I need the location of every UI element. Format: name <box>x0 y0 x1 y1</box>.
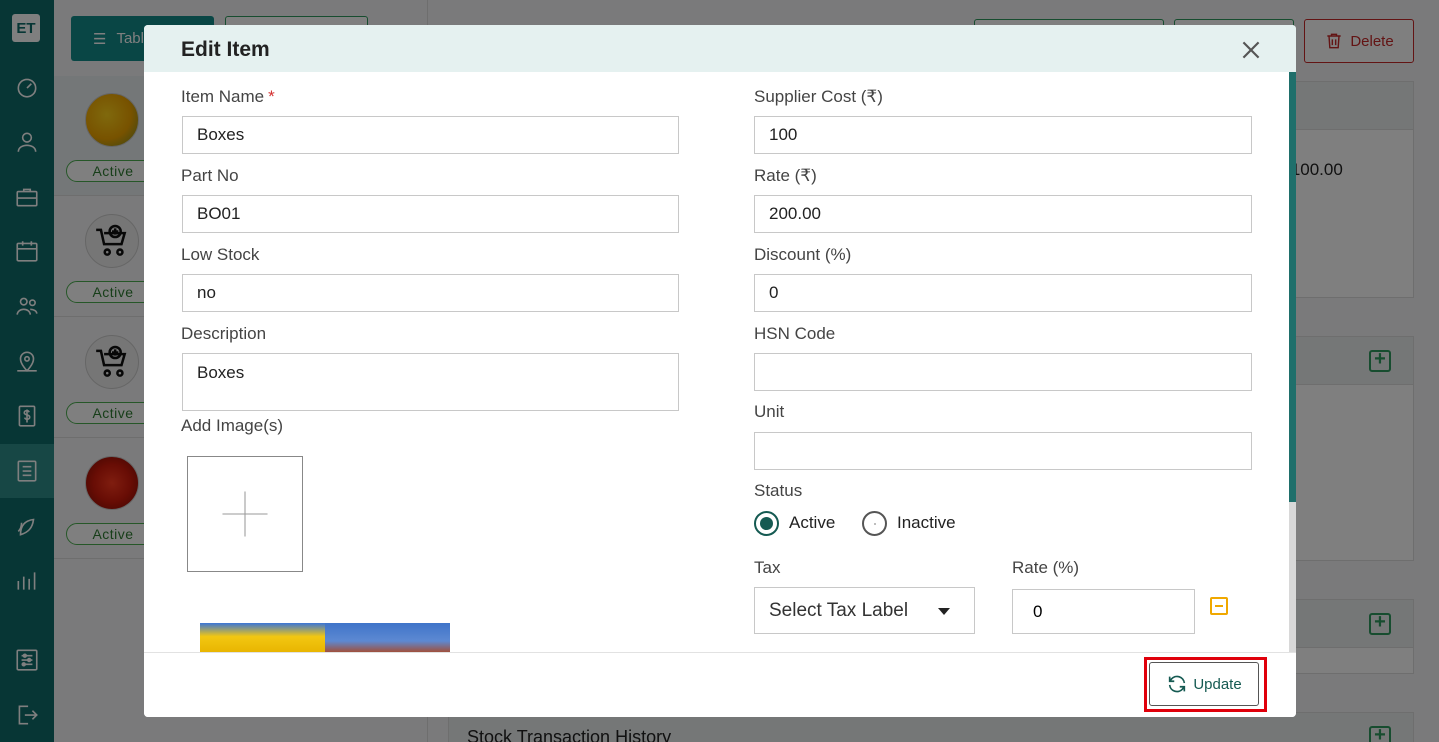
discount-input[interactable] <box>754 274 1252 312</box>
refresh-icon <box>1169 675 1186 693</box>
plus-icon <box>222 491 268 537</box>
image-preview[interactable] <box>325 623 450 653</box>
modal-footer <box>144 652 1296 717</box>
status-active-label[interactable]: Active <box>789 513 835 533</box>
item-name-input[interactable] <box>182 116 679 154</box>
required-asterisk: * <box>268 87 275 106</box>
supplier-cost-input[interactable] <box>754 116 1252 154</box>
unit-input[interactable] <box>754 432 1252 470</box>
tax-select-value: Select Tax Label <box>769 600 909 621</box>
rate-label: Rate (₹) <box>754 166 817 185</box>
image-preview[interactable] <box>200 623 325 653</box>
discount-label: Discount (%) <box>754 245 852 264</box>
close-icon <box>1242 41 1260 59</box>
part-no-label: Part No <box>181 166 239 185</box>
part-no-input[interactable] <box>182 195 679 233</box>
scrollbar-thumb[interactable] <box>1289 72 1296 502</box>
description-label: Description <box>181 324 267 343</box>
add-image-button[interactable] <box>187 456 303 572</box>
rate-input[interactable] <box>754 195 1252 233</box>
low-stock-input[interactable] <box>182 274 679 312</box>
close-button[interactable] <box>1238 37 1264 63</box>
caret-down-icon <box>938 608 950 615</box>
hsn-code-label: HSN Code <box>754 324 836 343</box>
add-images-label: Add Image(s) <box>181 416 284 435</box>
modal-header: Edit Item <box>144 25 1296 72</box>
status-label: Status <box>754 481 803 500</box>
tax-label: Tax <box>754 558 781 577</box>
supplier-cost-label: Supplier Cost (₹) <box>754 87 883 106</box>
tax-select[interactable]: Select Tax Label <box>754 587 975 634</box>
unit-label: Unit <box>754 402 785 421</box>
modal-title: Edit Item <box>181 38 270 61</box>
low-stock-label: Low Stock <box>181 245 260 264</box>
tax-rate-input[interactable] <box>1012 589 1195 634</box>
image-preview-strip <box>200 623 450 653</box>
description-textarea[interactable]: Boxes <box>182 353 679 411</box>
hsn-code-input[interactable] <box>754 353 1252 391</box>
remove-tax-icon[interactable] <box>1210 597 1228 615</box>
tax-rate-label: Rate (%) <box>1012 558 1080 577</box>
status-inactive-radio[interactable] <box>862 511 887 536</box>
status-inactive-label[interactable]: Inactive <box>897 513 956 533</box>
edit-item-modal: Edit Item Item Name* Part No Low Stock D… <box>144 25 1296 717</box>
item-name-label: Item Name * <box>181 87 275 106</box>
status-active-radio[interactable] <box>754 511 779 536</box>
update-button[interactable]: Update <box>1149 662 1259 706</box>
scrollbar-track[interactable] <box>1289 502 1296 652</box>
